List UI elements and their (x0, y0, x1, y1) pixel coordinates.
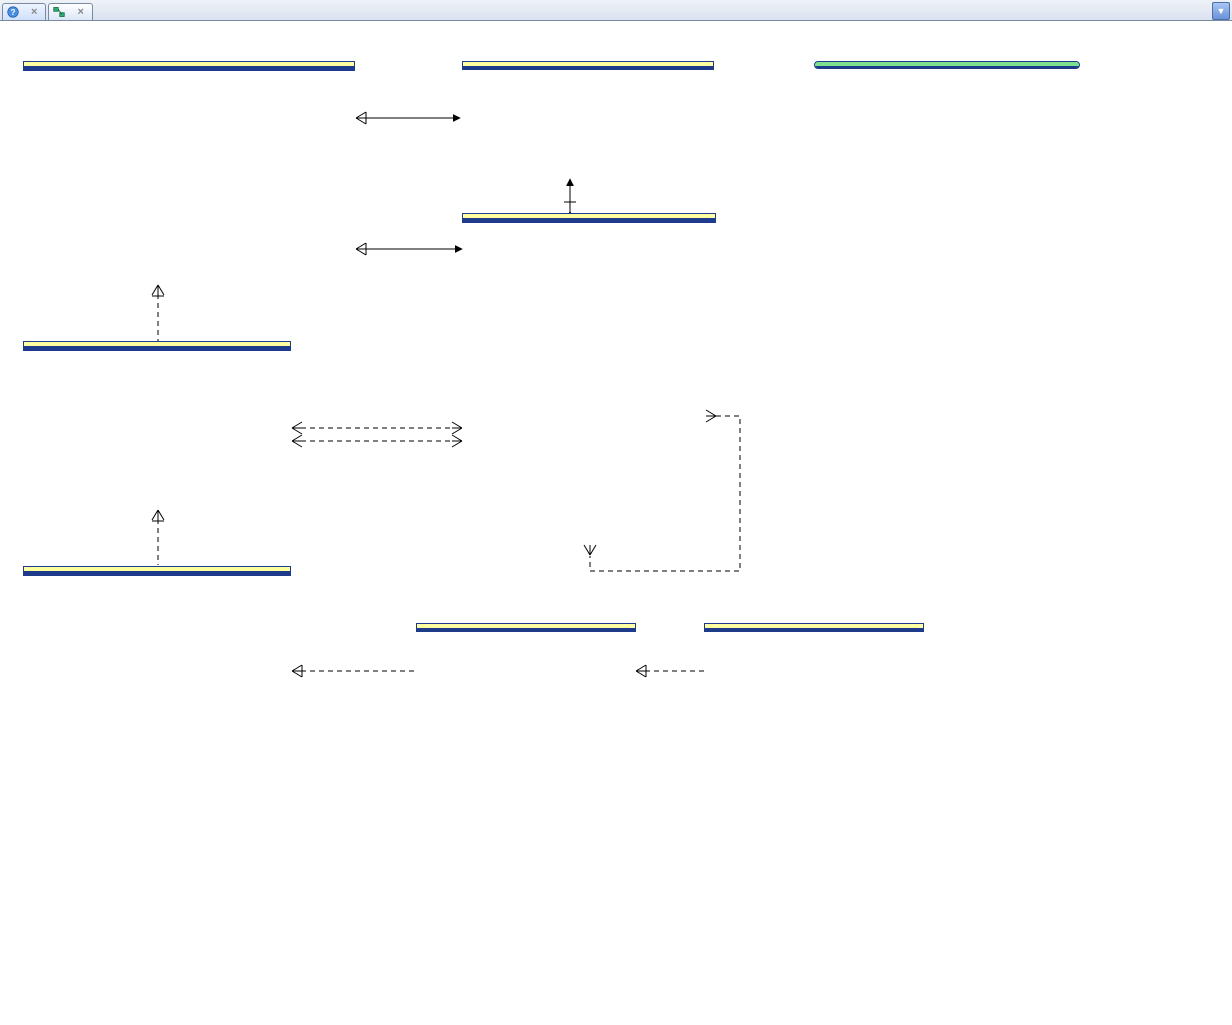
entity-locations[interactable] (23, 566, 291, 576)
chevron-down-icon: ▼ (1217, 6, 1226, 16)
entity-departments[interactable] (23, 341, 291, 351)
entity-regions[interactable] (704, 623, 924, 632)
tab-bar: × × ▼ (0, 0, 1232, 21)
tab-start-page[interactable]: × (2, 3, 46, 20)
close-icon[interactable]: × (31, 6, 37, 18)
diagram-canvas[interactable] (0, 21, 1232, 1025)
entity-emp-details-view[interactable] (814, 61, 1080, 69)
help-icon (7, 6, 19, 18)
close-icon[interactable]: × (77, 6, 83, 18)
entity-employees[interactable] (462, 213, 716, 223)
entity-job-history[interactable] (23, 61, 355, 71)
entity-countries[interactable] (416, 623, 636, 632)
model-icon (53, 6, 65, 18)
tabbar-overflow-button[interactable]: ▼ (1212, 2, 1230, 20)
tab-relational[interactable]: × (48, 3, 92, 20)
entity-jobs[interactable] (462, 61, 714, 70)
